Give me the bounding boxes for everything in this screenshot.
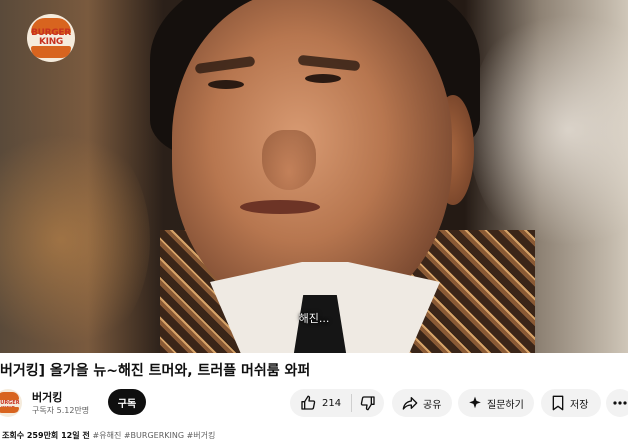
- mouth: [240, 200, 320, 214]
- nose: [262, 130, 316, 190]
- subscriber-count: 구독자 5.12만명: [32, 406, 90, 415]
- share-button[interactable]: 공유: [392, 389, 452, 417]
- more-actions-button[interactable]: [606, 389, 628, 417]
- video-subtitle: 해진...: [298, 312, 330, 325]
- share-arrow-icon: [402, 395, 418, 411]
- more-horizontal-icon: [613, 401, 627, 405]
- channel-name[interactable]: 버거킹: [32, 389, 62, 405]
- channel-avatar[interactable]: BURGER KING: [0, 389, 22, 417]
- like-dislike-group: 214: [290, 389, 384, 417]
- avatar-bun-bottom: [0, 407, 19, 413]
- background-glow: [468, 0, 628, 260]
- subscribe-button[interactable]: 구독: [108, 389, 146, 415]
- burger-king-logo: BURGER KING: [27, 14, 75, 62]
- save-label: 저장: [570, 399, 589, 411]
- logo-bun-bottom: [31, 46, 71, 58]
- thumbs-up-icon[interactable]: [300, 395, 316, 411]
- thumbs-down-icon[interactable]: [360, 395, 376, 411]
- video-title: 버거킹] 올가을 뉴~해진 트머와, 트러플 머쉬룸 와퍼: [0, 363, 311, 379]
- share-label: 공유: [423, 399, 442, 411]
- like-divider: [351, 394, 353, 412]
- video-description-meta[interactable]: 조회수 259만회 12일 전 #유해진 #BURGERKING #버거킹: [2, 430, 622, 441]
- like-count[interactable]: 214: [322, 398, 341, 409]
- eye: [305, 74, 341, 83]
- avatar-bun-top: [0, 392, 19, 400]
- video-player[interactable]: BURGER KING 해진...: [0, 0, 628, 353]
- bookmark-icon: [551, 395, 565, 411]
- eye: [208, 80, 244, 89]
- logo-text-line2: KING: [38, 37, 64, 47]
- ask-label: 질문하기: [487, 399, 524, 411]
- ask-button[interactable]: 질문하기: [458, 389, 534, 417]
- sparkle-icon: [468, 396, 482, 410]
- logo-text: BURGER KING: [29, 29, 73, 47]
- save-button[interactable]: 저장: [541, 389, 601, 417]
